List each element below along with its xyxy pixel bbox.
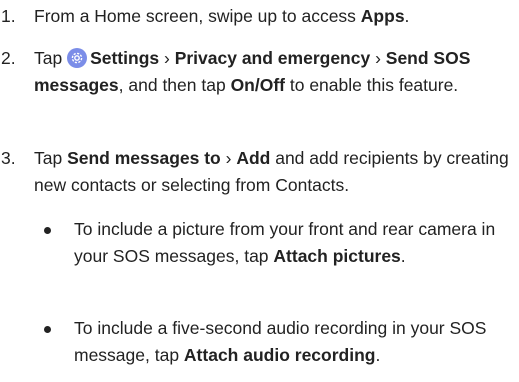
- add-label: Add: [236, 148, 271, 168]
- settings-gear-icon: [67, 48, 88, 68]
- bullet-item-1: To include a picture from your front and…: [34, 216, 515, 270]
- step-3: 3. Tap Send messages to › Add and add re…: [0, 145, 515, 199]
- send-messages-to-label: Send messages to: [67, 148, 221, 168]
- step-number: 1.: [1, 6, 16, 26]
- instructions-document: 1. From a Home screen, swipe up to acces…: [0, 0, 519, 382]
- attach-pictures-label: Attach pictures: [273, 246, 401, 266]
- privacy-emergency-label: Privacy and emergency: [174, 48, 371, 68]
- settings-label: Settings: [90, 48, 160, 68]
- bullet-text: To include a picture from your front and…: [74, 219, 496, 266]
- step-number: 2.: [1, 48, 16, 68]
- bullet-text: To include a five-second audio recording…: [74, 318, 487, 365]
- bullet-item-2: To include a five-second audio recording…: [34, 315, 515, 369]
- bullet-dot-icon: [44, 227, 51, 234]
- step-2: 2. Tap Settings › Privacy and emergency …: [0, 45, 515, 99]
- step-text: From a Home screen, swipe up to access A…: [34, 6, 410, 26]
- step-text: Tap Send messages to › Add and add recip…: [34, 148, 509, 195]
- apps-label: Apps: [360, 6, 405, 26]
- step-1: 1. From a Home screen, swipe up to acces…: [0, 3, 515, 30]
- attach-audio-recording-label: Attach audio recording: [183, 345, 376, 365]
- on-off-label: On/Off: [230, 75, 285, 95]
- step-text: Tap Settings › Privacy and emergency › S…: [34, 48, 471, 95]
- step-number: 3.: [1, 148, 16, 168]
- bullet-dot-icon: [44, 326, 51, 333]
